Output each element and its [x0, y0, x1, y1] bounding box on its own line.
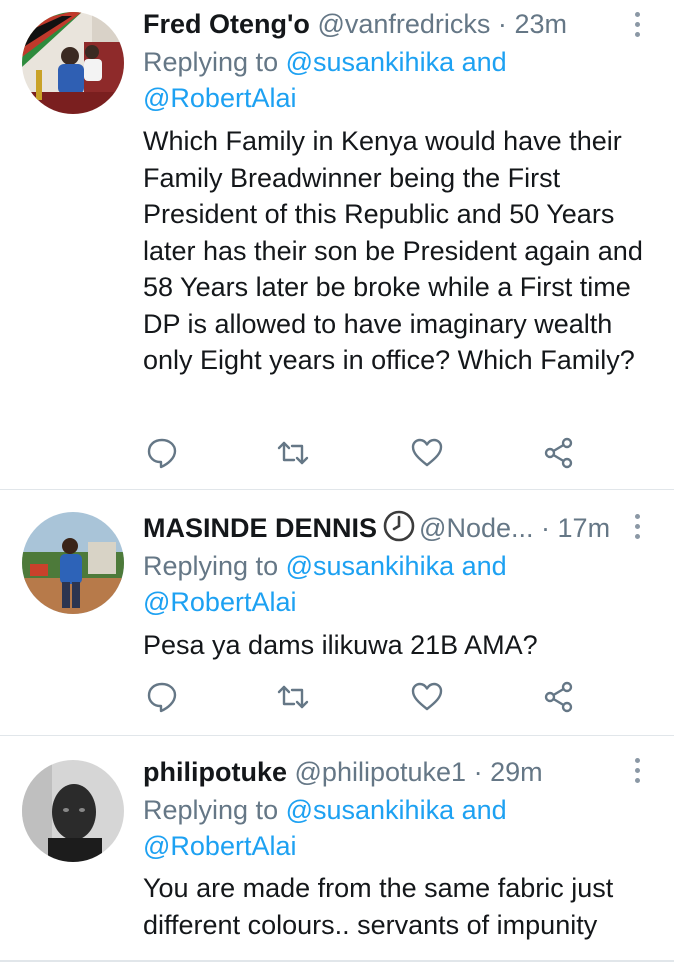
display-name[interactable]: MASINDE DENNIS — [143, 513, 377, 543]
mention-and[interactable]: and — [454, 795, 507, 825]
more-options-icon[interactable] — [628, 10, 648, 40]
tweet-text: Which Family in Kenya would have their F… — [143, 126, 643, 375]
separator: · — [473, 757, 483, 787]
more-options-icon[interactable] — [628, 756, 648, 786]
retweet-icon[interactable] — [276, 436, 310, 470]
tweet-header: MASINDE DENNIS @Node... · 17m — [143, 510, 626, 546]
tweet-actions — [0, 436, 674, 470]
mention-and[interactable]: and — [454, 551, 507, 581]
avatar[interactable] — [22, 760, 124, 862]
share-icon[interactable] — [542, 436, 576, 470]
more-options-icon[interactable] — [628, 512, 648, 542]
tweet[interactable]: Fred Oteng'o @vanfredricks · 23m Replyin… — [0, 0, 674, 490]
replying-to: Replying to @susankihika and @RobertAlai — [143, 792, 634, 864]
like-icon[interactable] — [410, 436, 444, 470]
timestamp[interactable]: 17m — [558, 513, 611, 543]
mention-link[interactable]: @RobertAlai — [143, 831, 296, 861]
timestamp[interactable]: 23m — [514, 9, 567, 39]
replying-to-label: Replying to — [143, 551, 286, 581]
user-handle[interactable]: @vanfredricks — [317, 9, 490, 39]
clock-emoji-icon — [383, 510, 415, 542]
replying-to-label: Replying to — [143, 47, 286, 77]
divider — [0, 960, 674, 962]
tweet-actions — [0, 680, 674, 714]
display-name[interactable]: Fred Oteng'o — [143, 9, 310, 39]
replying-to: Replying to @susankihika and @RobertAlai — [143, 548, 634, 620]
tweet[interactable]: MASINDE DENNIS @Node... · 17m Replying t… — [0, 490, 674, 736]
retweet-icon[interactable] — [276, 680, 310, 714]
tweet-header: Fred Oteng'o @vanfredricks · 23m — [143, 6, 626, 42]
reply-icon[interactable] — [145, 680, 179, 714]
tweet-text: You are made from the same fabric just d… — [143, 873, 614, 940]
tweet-text: Pesa ya dams ilikuwa 21B AMA? — [143, 630, 538, 660]
replying-to-label: Replying to — [143, 795, 286, 825]
display-name[interactable]: philipotuke — [143, 757, 287, 787]
separator: · — [541, 513, 551, 543]
separator: · — [497, 9, 507, 39]
mention-link[interactable]: @RobertAlai — [143, 83, 296, 113]
mention-link[interactable]: @susankihika — [286, 551, 455, 581]
user-handle[interactable]: @philipotuke1 — [295, 757, 467, 787]
tweet-header: philipotuke @philipotuke1 · 29m — [143, 754, 626, 790]
avatar[interactable] — [22, 12, 124, 114]
reply-icon[interactable] — [145, 436, 179, 470]
timestamp[interactable]: 29m — [490, 757, 543, 787]
mention-link[interactable]: @susankihika — [286, 795, 455, 825]
like-icon[interactable] — [410, 680, 444, 714]
avatar[interactable] — [22, 512, 124, 614]
tweet[interactable]: philipotuke @philipotuke1 · 29m Replying… — [0, 736, 674, 966]
mention-and[interactable]: and — [454, 47, 507, 77]
mention-link[interactable]: @susankihika — [286, 47, 455, 77]
replying-to: Replying to @susankihika and @RobertAlai — [143, 44, 634, 116]
mention-link[interactable]: @RobertAlai — [143, 587, 296, 617]
share-icon[interactable] — [542, 680, 576, 714]
user-handle[interactable]: @Node... — [419, 513, 533, 543]
